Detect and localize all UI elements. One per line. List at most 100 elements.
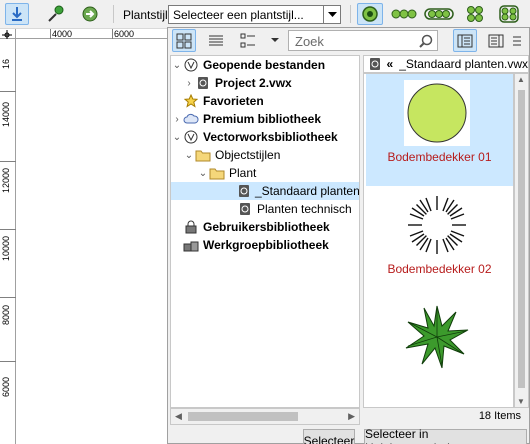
- grid-view-icon: [176, 33, 192, 48]
- breadcrumb-file: _Standaard planten.vwx: [399, 57, 528, 71]
- resource-thumbnails: Bodembedekker 01 Bodembedekker 02: [363, 73, 514, 408]
- list-view-button[interactable]: [204, 29, 228, 52]
- tree-item-premium-library[interactable]: › Premium bibliotheek: [171, 110, 359, 128]
- file-icon: [237, 201, 253, 217]
- chevron-down-icon[interactable]: ⌄: [171, 60, 183, 71]
- tree-item-standard-plants[interactable]: _Standaard planten.vwx: [171, 182, 359, 200]
- area-placement-button[interactable]: [494, 3, 524, 25]
- tree-item-technical-plants[interactable]: Planten technisch: [171, 200, 359, 218]
- spacing-plants-icon: [424, 8, 454, 20]
- single-plant-mode-button[interactable]: [357, 3, 383, 25]
- resource-tile[interactable]: Bodembedekker 02: [366, 186, 513, 298]
- user-library-icon: [183, 219, 199, 235]
- chevron-down-icon: [271, 38, 279, 42]
- scroll-up-icon[interactable]: ▲: [517, 75, 525, 84]
- eyedropper-icon: [48, 5, 64, 22]
- tree-item-label: Project 2.vwx: [215, 76, 292, 90]
- select-button[interactable]: Selecteer: [303, 429, 355, 444]
- tree-item-workgroup-library[interactable]: Werkgroepbibliotheek: [171, 236, 359, 254]
- eyedropper-button[interactable]: [43, 3, 67, 25]
- single-plant-icon: [362, 6, 378, 22]
- scrollbar-thumb[interactable]: [188, 412, 298, 421]
- spacing-placement-button[interactable]: [423, 3, 455, 25]
- tree-item-open-files[interactable]: ⌄ Geopende bestanden: [171, 56, 359, 74]
- resource-thumbnail: [404, 304, 470, 370]
- tree-item-label: Premium bibliotheek: [203, 112, 322, 126]
- item-count: 18 Items: [478, 410, 521, 422]
- scroll-down-icon[interactable]: ▼: [517, 397, 525, 406]
- chevron-down-icon[interactable]: [323, 6, 340, 23]
- search-icon[interactable]: [419, 34, 433, 51]
- show-details-button[interactable]: [484, 29, 508, 52]
- vectorworks-logo-icon: [183, 129, 199, 145]
- panel-toolbar: Zoek: [168, 28, 529, 54]
- scroll-left-icon[interactable]: ◀: [175, 411, 182, 422]
- attribute-transfer-button[interactable]: [78, 3, 102, 25]
- library-tree: ⌄ Geopende bestanden › Project 2.vwx Fav…: [170, 55, 360, 408]
- tree-item-label: Gebruikersbibliotheek: [203, 220, 330, 234]
- workgroup-library-icon: [183, 237, 199, 253]
- resource-tile[interactable]: [366, 298, 513, 407]
- scrollbar-thumb[interactable]: [518, 90, 525, 388]
- chevron-right-icon[interactable]: ›: [171, 114, 183, 125]
- breadcrumb-back[interactable]: «: [387, 57, 394, 71]
- resource-caption: Bodembedekker 01: [387, 150, 492, 164]
- ground-cover-starburst-icon: [408, 196, 466, 254]
- file-icon: [367, 56, 383, 72]
- resource-selector-panel: Zoek ⌄ Geopende bestanden › Project 2.vw…: [167, 27, 530, 444]
- tree-item-object-styles[interactable]: ⌄ Objectstijlen: [171, 146, 359, 164]
- tree-item-label: Werkgroepbibliotheek: [203, 238, 329, 252]
- ground-cover-circle-icon: [407, 83, 467, 143]
- search-field[interactable]: Zoek: [288, 30, 438, 51]
- pointer-icon: [12, 7, 22, 21]
- tree-item-project-file[interactable]: › Project 2.vwx: [171, 74, 359, 92]
- plant-style-label: Plantstijl:: [123, 8, 172, 22]
- file-icon: [237, 183, 251, 199]
- scroll-right-icon[interactable]: ▶: [348, 411, 355, 422]
- tree-item-label: Vectorworksbibliotheek: [203, 130, 338, 144]
- chevron-down-icon[interactable]: ⌄: [171, 132, 183, 143]
- menu-icon: [513, 36, 521, 45]
- tree-item-label: Favorieten: [203, 94, 264, 108]
- toolbar-separator: [113, 5, 114, 23]
- resource-tile[interactable]: Bodembedekker 01: [366, 74, 513, 186]
- pick-tool-button[interactable]: [5, 3, 29, 25]
- tree-item-user-library[interactable]: Gebruikersbibliotheek: [171, 218, 359, 236]
- plant-style-select[interactable]: Selecteer een plantstijl...: [168, 5, 341, 24]
- show-tree-button[interactable]: [453, 29, 477, 52]
- list-view-icon: [209, 35, 223, 45]
- panel-menu-button[interactable]: [508, 29, 526, 52]
- tree-horizontal-scrollbar[interactable]: ◀ ▶: [170, 408, 360, 425]
- star-icon: [183, 93, 199, 109]
- tree-item-vectorworks-library[interactable]: ⌄ Vectorworksbibliotheek: [171, 128, 359, 146]
- ruler-tick-label: 6000: [114, 29, 135, 39]
- search-placeholder: Zoek: [295, 34, 324, 49]
- ruler-tick-label: 4000: [52, 29, 73, 39]
- detail-view-button[interactable]: [236, 29, 260, 52]
- filter-dropdown[interactable]: [268, 29, 282, 52]
- thumbnail-view-button[interactable]: [172, 29, 196, 52]
- breadcrumb: « _Standaard planten.vwx: [363, 55, 529, 73]
- ruler-tick-label: 16: [1, 58, 11, 69]
- vectorworks-logo-icon: [183, 57, 199, 73]
- ruler-tick-label: 12000: [1, 167, 11, 193]
- resource-thumbnail: [404, 80, 470, 146]
- tree-item-plant[interactable]: ⌄ Plant: [171, 164, 359, 182]
- area-plants-icon: [499, 5, 519, 23]
- top-toolbar: Plantstijl: Selecteer een plantstijl...: [0, 0, 530, 29]
- chevron-down-icon[interactable]: ⌄: [183, 150, 195, 161]
- folder-icon: [195, 147, 211, 163]
- chevron-right-icon[interactable]: ›: [183, 78, 195, 89]
- chevron-down-icon[interactable]: ⌄: [197, 168, 209, 179]
- resource-thumbnail: [404, 192, 470, 258]
- line-placement-button[interactable]: [389, 3, 419, 25]
- resource-caption: Bodembedekker 02: [387, 262, 492, 276]
- toolbar-separator: [350, 5, 351, 23]
- vertical-ruler: 16 14000 12000 10000 8000 6000: [0, 39, 16, 444]
- tree-item-favorites[interactable]: Favorieten: [171, 92, 359, 110]
- ruler-origin[interactable]: [0, 29, 16, 40]
- thumbnails-vertical-scrollbar[interactable]: ▲ ▼: [514, 73, 529, 408]
- grid-plants-icon: [467, 6, 483, 22]
- grid-placement-button[interactable]: [462, 3, 488, 25]
- select-in-resource-manager-button[interactable]: Selecteer in Hulpbronnenbeheer: [364, 427, 527, 444]
